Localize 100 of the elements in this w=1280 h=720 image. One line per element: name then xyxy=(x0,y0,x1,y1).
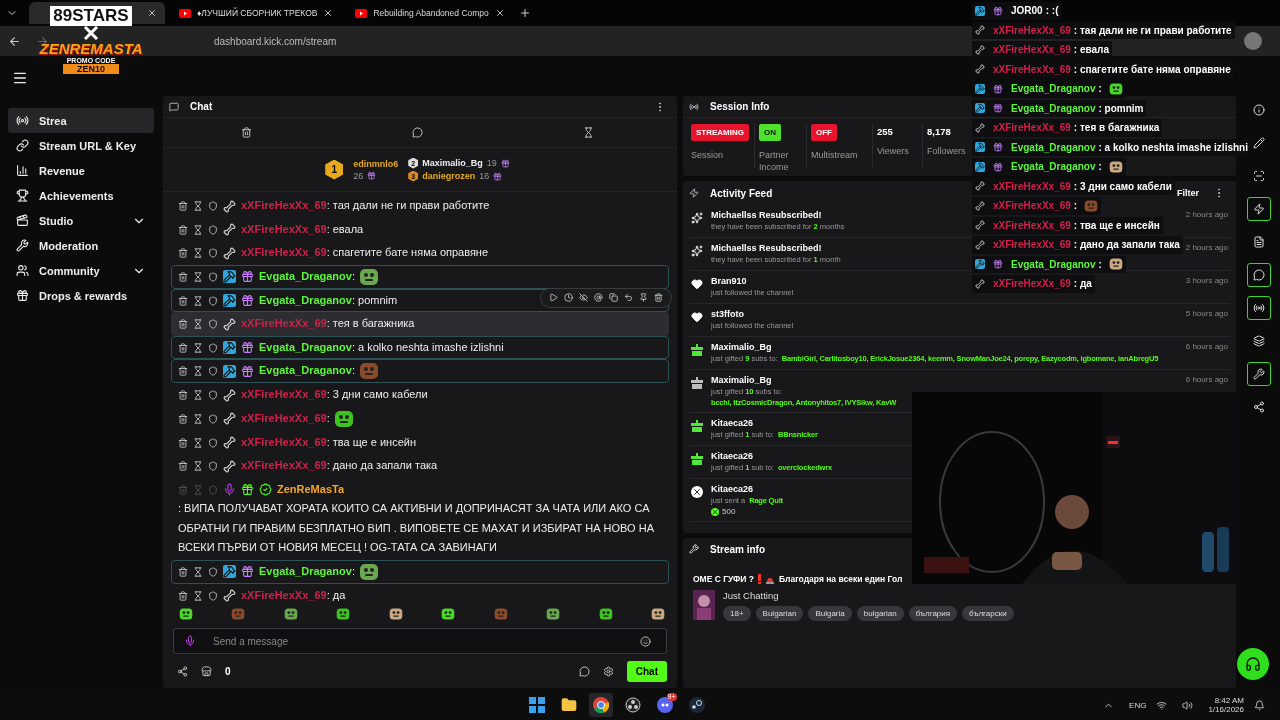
trash-icon[interactable] xyxy=(178,271,188,282)
message-text: : тая дали не ги прави работите xyxy=(1073,24,1232,36)
sidebar-item[interactable]: Strea xyxy=(8,108,154,133)
sidebar-item[interactable]: Community xyxy=(8,258,154,283)
browser-tab[interactable]: ♦ЛУЧШИЙ СБОРНИК ТРЕКОВ xyxy=(171,2,342,24)
browser-tab[interactable]: Rebuilding Abandoned Compo xyxy=(347,2,513,24)
hourglass-icon[interactable] xyxy=(193,295,203,306)
hourglass-icon[interactable] xyxy=(193,224,203,235)
broadcast-icon[interactable] xyxy=(1247,296,1271,320)
clock-date[interactable]: 1/16/2026 xyxy=(1208,705,1244,714)
trash-icon[interactable] xyxy=(178,366,188,377)
mention-icon[interactable] xyxy=(594,293,603,303)
gift-icon xyxy=(241,483,254,497)
hourglass-icon[interactable] xyxy=(193,201,203,212)
message-text: : 3 дни само кабели xyxy=(1073,180,1172,192)
pin-icon[interactable] xyxy=(639,293,648,303)
message-text: : спагетите бате няма оправяне xyxy=(326,246,489,258)
username[interactable]: Evgata_Draganov xyxy=(259,564,352,577)
chat-icon[interactable] xyxy=(578,665,590,677)
menu-icon[interactable] xyxy=(12,70,28,86)
trash-icon[interactable] xyxy=(178,461,188,472)
trash-icon[interactable] xyxy=(178,319,188,330)
trash-icon[interactable] xyxy=(178,342,188,353)
trash-icon[interactable] xyxy=(654,293,663,303)
message-text: : a kolko neshta imashe izlishni xyxy=(351,340,504,353)
tag[interactable]: 18+ xyxy=(723,606,751,621)
new-tab-icon[interactable] xyxy=(518,7,531,19)
sidebar-item[interactable]: Studio xyxy=(8,208,154,233)
username[interactable]: Evgata_Draganov xyxy=(259,293,352,306)
volume-icon[interactable] xyxy=(1182,699,1194,711)
message-text: : :( xyxy=(1045,5,1059,17)
hourglass-icon[interactable] xyxy=(193,319,203,330)
clock-icon[interactable] xyxy=(564,293,573,303)
gift-count: 19 xyxy=(486,158,497,168)
back-icon[interactable] xyxy=(8,34,21,48)
trash-icon[interactable] xyxy=(178,437,188,448)
close-icon[interactable] xyxy=(147,8,157,18)
tag[interactable]: българия xyxy=(908,606,958,621)
username[interactable]: Evgata_Draganov xyxy=(259,364,352,377)
clock-time[interactable]: 8:42 AM xyxy=(1214,696,1244,705)
sidebar-item[interactable]: Moderation xyxy=(8,233,154,258)
tag[interactable]: български xyxy=(962,606,1014,621)
username[interactable]: Evgata_Draganov xyxy=(259,340,352,353)
undo-icon[interactable] xyxy=(624,293,633,303)
trash-icon[interactable] xyxy=(178,295,188,306)
address-url[interactable]: dashboard.kick.com/stream xyxy=(214,35,337,47)
trash-icon[interactable] xyxy=(178,566,188,577)
store-icon[interactable] xyxy=(201,665,212,677)
tag[interactable]: bulgarian xyxy=(856,606,904,621)
trash-icon[interactable] xyxy=(178,590,188,601)
support-button[interactable] xyxy=(1237,648,1269,680)
close-icon[interactable] xyxy=(323,8,334,18)
chat-icon[interactable] xyxy=(1247,263,1271,287)
microphone-icon[interactable] xyxy=(184,635,196,647)
sidebar-item[interactable]: Drops & rewards xyxy=(8,283,154,308)
username[interactable]: ZenReMasTa xyxy=(277,482,345,495)
trash-icon[interactable] xyxy=(178,413,188,424)
sidebar-item[interactable]: Stream URL & Key xyxy=(8,133,154,158)
play-icon[interactable] xyxy=(549,293,558,303)
sidebar-item[interactable]: Revenue xyxy=(8,158,154,183)
tag[interactable]: Bulgarian xyxy=(755,606,804,621)
hourglass-icon[interactable] xyxy=(193,461,203,472)
language-indicator[interactable]: ENG xyxy=(1129,700,1147,710)
trash-icon[interactable] xyxy=(178,201,188,212)
network-icon[interactable] xyxy=(1156,699,1168,711)
message-field[interactable]: Send a message xyxy=(173,628,667,654)
filter-button[interactable]: Filter xyxy=(1177,188,1199,198)
settings-icon[interactable] xyxy=(602,665,614,677)
hourglass-icon[interactable] xyxy=(193,390,203,401)
trash-icon[interactable] xyxy=(240,127,252,138)
sidebar-item[interactable]: Achievements xyxy=(8,183,154,208)
hourglass-icon[interactable] xyxy=(193,413,203,424)
username: xXFireHexXx_69 xyxy=(993,122,1071,134)
tag[interactable]: Bulgaria xyxy=(808,606,852,621)
bolt-icon[interactable] xyxy=(1247,197,1271,221)
hourglass-icon[interactable] xyxy=(193,590,203,601)
close-icon[interactable] xyxy=(494,8,505,18)
hourglass-icon[interactable] xyxy=(193,271,203,282)
hourglass-icon[interactable] xyxy=(583,127,595,138)
trash-icon[interactable] xyxy=(178,248,188,259)
avatar[interactable] xyxy=(1244,32,1262,50)
hourglass-icon[interactable] xyxy=(193,366,203,377)
message-input[interactable]: Send a message xyxy=(211,634,630,648)
hourglass-icon[interactable] xyxy=(193,566,203,577)
chat-button[interactable]: Chat xyxy=(626,660,667,682)
bone-icon xyxy=(975,181,985,192)
hourglass-icon[interactable] xyxy=(193,342,203,353)
wrench-icon[interactable] xyxy=(1247,362,1271,386)
copy-icon[interactable] xyxy=(609,293,618,303)
category-name[interactable]: Just Chatting xyxy=(723,590,1014,601)
trash-icon[interactable] xyxy=(178,224,188,235)
chrome-icon[interactable] xyxy=(588,693,613,717)
hourglass-icon[interactable] xyxy=(193,437,203,448)
username[interactable]: Evgata_Draganov xyxy=(259,269,352,282)
chat-icon[interactable] xyxy=(412,127,423,138)
hidden-icon[interactable] xyxy=(579,293,588,303)
emoji-icon[interactable] xyxy=(640,635,651,647)
hourglass-icon[interactable] xyxy=(193,248,203,259)
trash-icon[interactable] xyxy=(178,390,188,401)
bell-icon[interactable] xyxy=(1254,699,1265,711)
